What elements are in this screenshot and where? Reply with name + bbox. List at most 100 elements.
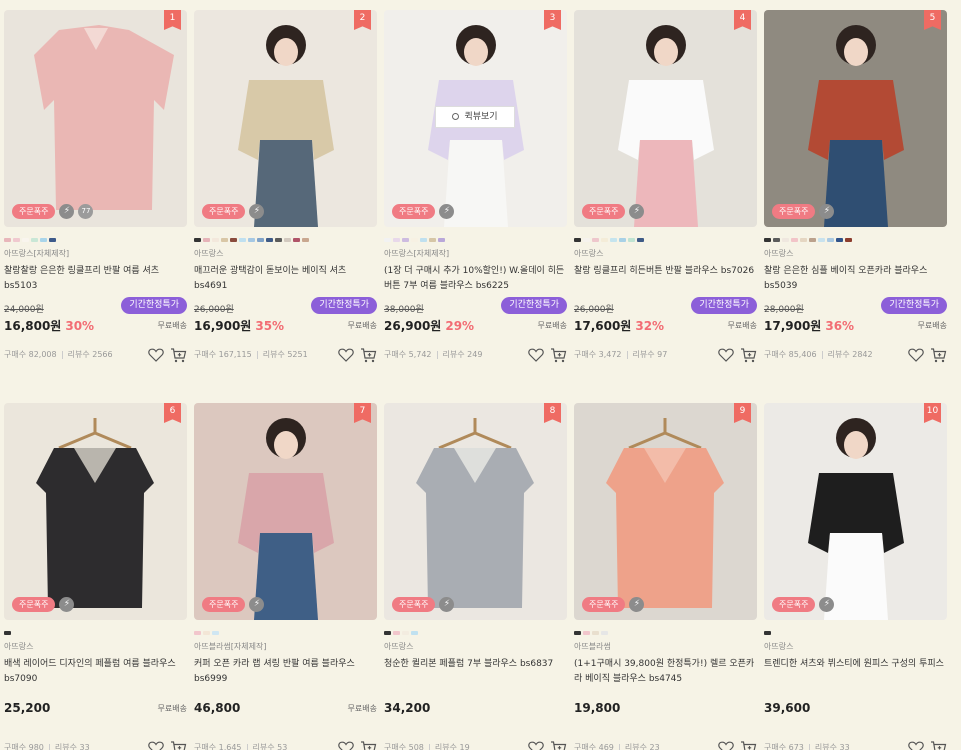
product-card[interactable]: 9 주문폭주 ⚡ 아뜨블라썸 (1+1구매시 39,800원 한정특가!) 렐르 오픈카… bbox=[574, 403, 757, 750]
product-image[interactable]: 9 주문폭주 ⚡ bbox=[574, 403, 757, 620]
product-image[interactable]: 2 주문폭주 ⚡ bbox=[194, 10, 377, 227]
sale-price: 17,600원 bbox=[574, 319, 632, 333]
color-swatches bbox=[574, 631, 757, 635]
price-row: 34,200 bbox=[384, 697, 567, 715]
product-card[interactable]: 5 주문폭주 ⚡ 아뜨랑스찰랑 은은한 심플 베이직 오픈카라 블라우스 bs5039… bbox=[764, 10, 947, 365]
cart-icon[interactable] bbox=[740, 740, 757, 750]
product-image[interactable]: 4 주문폭주 ⚡ bbox=[574, 10, 757, 227]
cart-icon[interactable] bbox=[930, 347, 947, 363]
image-badges: 주문폭주 ⚡ bbox=[392, 597, 455, 612]
cart-icon[interactable] bbox=[550, 740, 567, 750]
heart-icon[interactable] bbox=[718, 741, 734, 750]
heart-icon[interactable] bbox=[528, 348, 544, 362]
image-badges: 주문폭주 ⚡ 77 bbox=[12, 204, 94, 219]
original-price: 26,000원 bbox=[194, 305, 234, 315]
image-badges: 주문폭주 ⚡ bbox=[582, 597, 645, 612]
color-swatch bbox=[836, 238, 843, 242]
product-title[interactable]: (1+1구매시 39,800원 한정특가!) 렐르 오픈카라 베이직 블라우스 … bbox=[574, 657, 757, 687]
brand-name[interactable]: 아뜨랑스 bbox=[384, 641, 567, 653]
heart-icon[interactable] bbox=[338, 741, 354, 750]
product-title[interactable]: 커퍼 오픈 카라 랩 셔링 반팔 여름 블라우스 bs6999 bbox=[194, 657, 377, 687]
color-swatch bbox=[203, 631, 210, 635]
heart-icon[interactable] bbox=[718, 348, 734, 362]
product-title[interactable]: 찰랑찰랑 은은한 링클프리 반팔 여름 셔츠 bs5103 bbox=[4, 264, 187, 294]
free-shipping-label: 무료배송 bbox=[917, 321, 947, 330]
brand-name[interactable]: 아뜨랑스 bbox=[574, 248, 757, 260]
product-title[interactable]: 찰랑 은은한 심플 베이직 오픈카라 블라우스 bs5039 bbox=[764, 264, 947, 294]
brand-name[interactable]: 아뜨랑스 bbox=[194, 248, 377, 260]
price: 34,200 bbox=[384, 701, 431, 715]
brand-name[interactable]: 아뜨랑스[자체제작] bbox=[384, 248, 567, 260]
quick-view-button[interactable]: 퀵뷰보기 bbox=[435, 106, 515, 128]
sale-price: 17,900원 bbox=[764, 319, 822, 333]
product-card[interactable]: 8 주문폭주 ⚡ 아뜨랑스청순한 퀼리본 페플럼 7부 블라우스 bs6837 34,2… bbox=[384, 403, 567, 750]
divider bbox=[246, 743, 248, 750]
product-card[interactable]: 4 주문폭주 ⚡ 아뜨랑스 찰랑 링클프리 히든버튼 반팔 블라우스 bs7026 26,… bbox=[574, 10, 757, 365]
product-image[interactable]: 10 주문폭주 ⚡ bbox=[764, 403, 947, 620]
color-swatch bbox=[429, 238, 436, 242]
product-image[interactable]: 1 주문폭주 ⚡ 77 bbox=[4, 10, 187, 227]
color-swatch bbox=[619, 238, 626, 242]
product-title[interactable]: 찰랑 링클프리 히든버튼 반팔 블라우스 bs7026 bbox=[574, 264, 757, 294]
cart-icon[interactable] bbox=[550, 347, 567, 363]
brand-name[interactable]: 아뜨랑스 bbox=[764, 641, 947, 653]
price: 25,200 bbox=[4, 701, 51, 715]
cart-icon[interactable] bbox=[170, 347, 187, 363]
divider bbox=[618, 743, 620, 750]
cart-icon[interactable] bbox=[740, 347, 757, 363]
review-count: 리뷰수 249 bbox=[442, 350, 483, 359]
brand-name[interactable]: 아뜨랑스 bbox=[764, 248, 947, 260]
product-card[interactable]: 3 퀵뷰보기 주문폭주 ⚡ 아뜨랑스[자체제작] (1장 더 구매시 추가 10%할인!)… bbox=[384, 10, 567, 365]
product-title[interactable]: 청순한 퀼리본 페플럼 7부 블라우스 bs6837 bbox=[384, 657, 567, 687]
color-swatch bbox=[4, 631, 11, 635]
image-badges: 주문폭주 ⚡ bbox=[772, 597, 835, 612]
brand-name[interactable]: 아뜨블라썸[자체제작] bbox=[194, 641, 377, 653]
product-title[interactable]: 트렌디한 셔츠와 뷔스티에 원피스 구성의 투피스 bbox=[764, 657, 947, 687]
product-image[interactable]: 7 주문폭주 ⚡ bbox=[194, 403, 377, 620]
product-title[interactable]: (1장 더 구매시 추가 10%할인!) W.올데이 히든버튼 7부 여름 블라… bbox=[384, 264, 567, 294]
image-badges: 주문폭주 ⚡ bbox=[202, 597, 265, 612]
color-swatch bbox=[601, 238, 608, 242]
color-swatch bbox=[827, 238, 834, 242]
product-card[interactable]: 2 주문폭주 ⚡ 아뜨랑스매끄러운 광택감이 돋보이는 베이직 셔츠 bs4691 26… bbox=[194, 10, 377, 365]
heart-icon[interactable] bbox=[908, 741, 924, 750]
color-swatches bbox=[384, 631, 567, 635]
sale-price-row: 26,900원 29% 무료배송 bbox=[384, 315, 567, 333]
product-title[interactable]: 배색 레이어드 디자인의 페플럼 여름 블라우스 bs7090 bbox=[4, 657, 187, 687]
brand-name[interactable]: 아뜨랑스 bbox=[4, 641, 187, 653]
order-rush-badge: 주문폭주 bbox=[582, 204, 626, 219]
cart-icon[interactable] bbox=[930, 740, 947, 750]
heart-icon[interactable] bbox=[528, 741, 544, 750]
product-card[interactable]: 1 주문폭주 ⚡ 77 아뜨랑스[자체제작] 찰랑찰랑 은은한 링클프리 반팔 여름 셔츠… bbox=[4, 10, 187, 365]
purchase-count: 구매수 980 bbox=[4, 743, 44, 750]
brand-name[interactable]: 아뜨랑스[자체제작] bbox=[4, 248, 187, 260]
heart-icon[interactable] bbox=[148, 741, 164, 750]
price-row: 19,800 bbox=[574, 697, 757, 715]
product-card[interactable]: 6 주문폭주 ⚡ 아뜨랑스배색 레이어드 디자인의 페플럼 여름 블라우스 bs709… bbox=[4, 403, 187, 750]
divider bbox=[821, 350, 823, 359]
color-swatch bbox=[574, 631, 581, 635]
heart-icon[interactable] bbox=[148, 348, 164, 362]
color-swatches bbox=[194, 631, 377, 635]
order-rush-badge: 주문폭주 bbox=[12, 597, 56, 612]
free-shipping-label: 무료배송 bbox=[727, 321, 757, 330]
color-swatch bbox=[800, 238, 807, 242]
product-image[interactable]: 8 주문폭주 ⚡ bbox=[384, 403, 567, 620]
product-card[interactable]: 10 주문폭주 ⚡ 아뜨랑스 트렌디한 셔츠와 뷔스티에 원피스 구성의 투피스 39,6… bbox=[764, 403, 947, 750]
cart-icon[interactable] bbox=[360, 347, 377, 363]
product-image[interactable]: 6 주문폭주 ⚡ bbox=[4, 403, 187, 620]
color-swatch bbox=[284, 238, 291, 242]
product-image[interactable]: 3 퀵뷰보기 주문폭주 ⚡ bbox=[384, 10, 567, 227]
brand-name[interactable]: 아뜨블라썸 bbox=[574, 641, 757, 653]
free-shipping-label: 무료배송 bbox=[537, 321, 567, 330]
heart-icon[interactable] bbox=[338, 348, 354, 362]
color-swatch bbox=[764, 631, 771, 635]
cart-icon[interactable] bbox=[170, 740, 187, 750]
lightning-icon: ⚡ bbox=[819, 597, 835, 612]
cart-icon[interactable] bbox=[360, 740, 377, 750]
heart-icon[interactable] bbox=[908, 348, 924, 362]
image-badges: 주문폭주 ⚡ bbox=[202, 204, 265, 219]
product-card[interactable]: 7 주문폭주 ⚡ 아뜨블라썸[자체제작] 커퍼 오픈 카라 랩 셔링 반팔 여름 블라우… bbox=[194, 403, 377, 750]
product-title[interactable]: 매끄러운 광택감이 돋보이는 베이직 셔츠 bs4691 bbox=[194, 264, 377, 294]
product-image[interactable]: 5 주문폭주 ⚡ bbox=[764, 10, 947, 227]
